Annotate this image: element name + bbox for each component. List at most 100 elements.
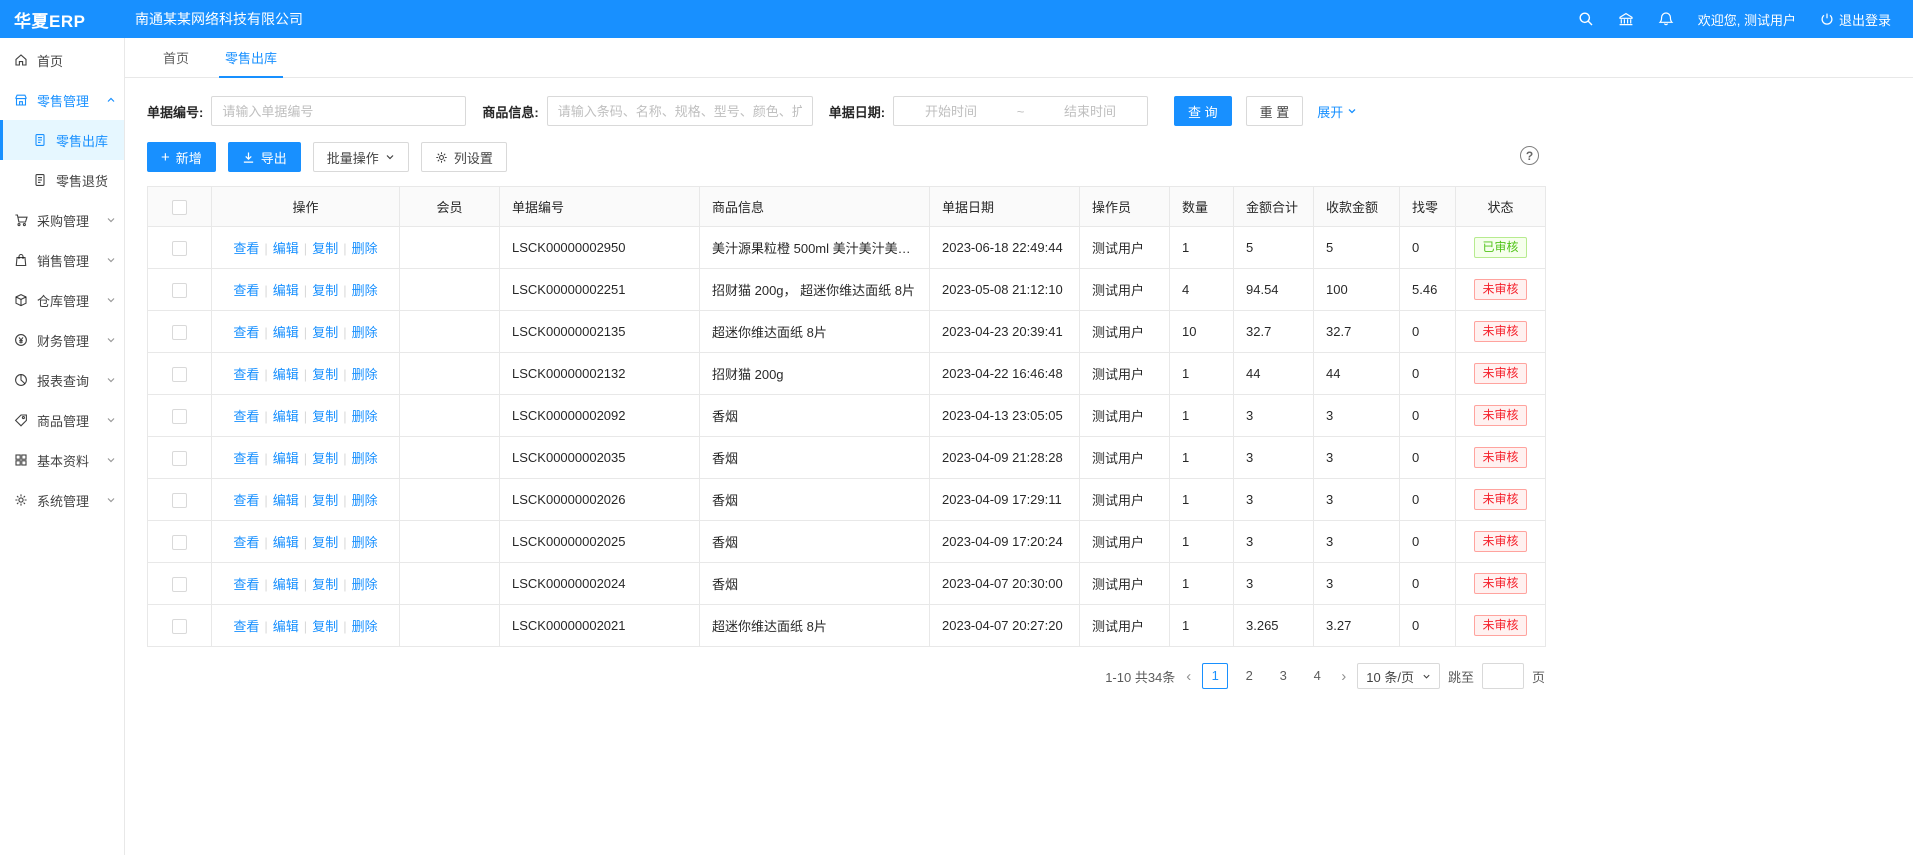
reset-button[interactable]: 重 置: [1246, 96, 1304, 126]
action-delete-link[interactable]: 删除: [352, 241, 378, 256]
sidebar-item-warehouse[interactable]: 仓库管理: [0, 280, 124, 320]
row-checkbox[interactable]: [172, 619, 187, 634]
action-edit-link[interactable]: 编辑: [273, 241, 299, 256]
date-start-input[interactable]: [900, 103, 1002, 120]
jump-page-input[interactable]: [1482, 663, 1524, 689]
action-edit-link[interactable]: 编辑: [273, 577, 299, 592]
row-checkbox[interactable]: [172, 535, 187, 550]
action-view-link[interactable]: 查看: [233, 493, 259, 508]
expand-link[interactable]: 展开: [1317, 102, 1357, 121]
logout-button[interactable]: 退出登录: [1820, 10, 1891, 29]
prev-page-button[interactable]: ‹: [1183, 668, 1194, 685]
row-checkbox[interactable]: [172, 283, 187, 298]
action-copy-link[interactable]: 复制: [312, 325, 338, 340]
row-checkbox[interactable]: [172, 241, 187, 256]
action-edit-link[interactable]: 编辑: [273, 619, 299, 634]
action-edit-link[interactable]: 编辑: [273, 367, 299, 382]
tab-home[interactable]: 首页: [163, 38, 189, 77]
select-all-checkbox[interactable]: [172, 200, 187, 215]
date-end-input[interactable]: [1039, 103, 1141, 120]
product-info-input[interactable]: [547, 96, 813, 126]
row-checkbox[interactable]: [172, 367, 187, 382]
app-logo[interactable]: 华夏ERP: [0, 7, 125, 32]
action-copy-link[interactable]: 复制: [312, 535, 338, 550]
sidebar-item-home[interactable]: 首页: [0, 40, 124, 80]
action-edit-link[interactable]: 编辑: [273, 325, 299, 340]
action-delete-link[interactable]: 删除: [352, 493, 378, 508]
action-edit-link[interactable]: 编辑: [273, 451, 299, 466]
row-checkbox-cell: [148, 437, 212, 479]
action-delete-link[interactable]: 删除: [352, 367, 378, 382]
action-view-link[interactable]: 查看: [233, 367, 259, 382]
action-copy-link[interactable]: 复制: [312, 367, 338, 382]
action-copy-link[interactable]: 复制: [312, 241, 338, 256]
add-button[interactable]: + 新增: [147, 142, 216, 172]
action-copy-link[interactable]: 复制: [312, 283, 338, 298]
status-cell: 未审核: [1456, 521, 1546, 563]
action-copy-link[interactable]: 复制: [312, 409, 338, 424]
action-edit-link[interactable]: 编辑: [273, 535, 299, 550]
row-checkbox[interactable]: [172, 451, 187, 466]
action-edit-link[interactable]: 编辑: [273, 493, 299, 508]
batch-actions-button[interactable]: 批量操作: [313, 142, 409, 172]
action-delete-link[interactable]: 删除: [352, 535, 378, 550]
action-delete-link[interactable]: 删除: [352, 283, 378, 298]
sidebar-item-system[interactable]: 系统管理: [0, 480, 124, 520]
page-number-2[interactable]: 2: [1236, 663, 1262, 689]
tab-retail-out[interactable]: 零售出库: [225, 38, 277, 77]
action-view-link[interactable]: 查看: [233, 409, 259, 424]
action-copy-link[interactable]: 复制: [312, 577, 338, 592]
jump-suffix: 页: [1532, 667, 1545, 686]
page-number-3[interactable]: 3: [1270, 663, 1296, 689]
action-separator: |: [264, 577, 267, 592]
action-view-link[interactable]: 查看: [233, 535, 259, 550]
next-page-button[interactable]: ›: [1338, 668, 1349, 685]
row-checkbox[interactable]: [172, 409, 187, 424]
bill-no-input[interactable]: [211, 96, 466, 126]
action-edit-link[interactable]: 编辑: [273, 283, 299, 298]
row-checkbox[interactable]: [172, 325, 187, 340]
sidebar-item-retail-out[interactable]: 零售出库: [0, 120, 124, 160]
welcome-user[interactable]: 欢迎您, 测试用户: [1698, 10, 1796, 29]
action-view-link[interactable]: 查看: [233, 577, 259, 592]
row-checkbox[interactable]: [172, 577, 187, 592]
action-delete-link[interactable]: 删除: [352, 577, 378, 592]
action-delete-link[interactable]: 删除: [352, 619, 378, 634]
export-button[interactable]: 导出: [228, 142, 301, 172]
action-copy-link[interactable]: 复制: [312, 493, 338, 508]
action-delete-link[interactable]: 删除: [352, 325, 378, 340]
sidebar-item-basic-data[interactable]: 基本资料: [0, 440, 124, 480]
action-view-link[interactable]: 查看: [233, 283, 259, 298]
sidebar-item-purchase[interactable]: 采购管理: [0, 200, 124, 240]
member-cell: [400, 437, 500, 479]
bell-icon[interactable]: [1658, 11, 1674, 27]
action-view-link[interactable]: 查看: [233, 241, 259, 256]
sidebar-item-goods[interactable]: 商品管理: [0, 400, 124, 440]
search-icon[interactable]: [1578, 11, 1594, 27]
sidebar-item-finance[interactable]: 财务管理: [0, 320, 124, 360]
action-view-link[interactable]: 查看: [233, 325, 259, 340]
sidebar-item-sales[interactable]: 销售管理: [0, 240, 124, 280]
sidebar-item-retail[interactable]: 零售管理: [0, 80, 124, 120]
sidebar-item-reports[interactable]: 报表查询: [0, 360, 124, 400]
page-number-4[interactable]: 4: [1304, 663, 1330, 689]
action-copy-link[interactable]: 复制: [312, 619, 338, 634]
search-button[interactable]: 查 询: [1174, 96, 1232, 126]
action-delete-link[interactable]: 删除: [352, 409, 378, 424]
row-actions-cell: 查看|编辑|复制|删除: [212, 227, 400, 269]
bank-icon[interactable]: [1618, 11, 1634, 27]
column-settings-button[interactable]: 列设置: [421, 142, 507, 172]
row-checkbox[interactable]: [172, 493, 187, 508]
page-number-1[interactable]: 1: [1202, 663, 1228, 689]
date-range-picker[interactable]: ~: [893, 96, 1148, 126]
action-copy-link[interactable]: 复制: [312, 451, 338, 466]
action-view-link[interactable]: 查看: [233, 619, 259, 634]
action-edit-link[interactable]: 编辑: [273, 409, 299, 424]
change-cell: 0: [1400, 395, 1456, 437]
product-cell: 香烟: [700, 479, 930, 521]
sidebar-item-retail-return[interactable]: 零售退货: [0, 160, 124, 200]
page-size-select[interactable]: 10 条/页: [1357, 663, 1440, 689]
help-icon[interactable]: ?: [1520, 146, 1539, 165]
action-view-link[interactable]: 查看: [233, 451, 259, 466]
action-delete-link[interactable]: 删除: [352, 451, 378, 466]
